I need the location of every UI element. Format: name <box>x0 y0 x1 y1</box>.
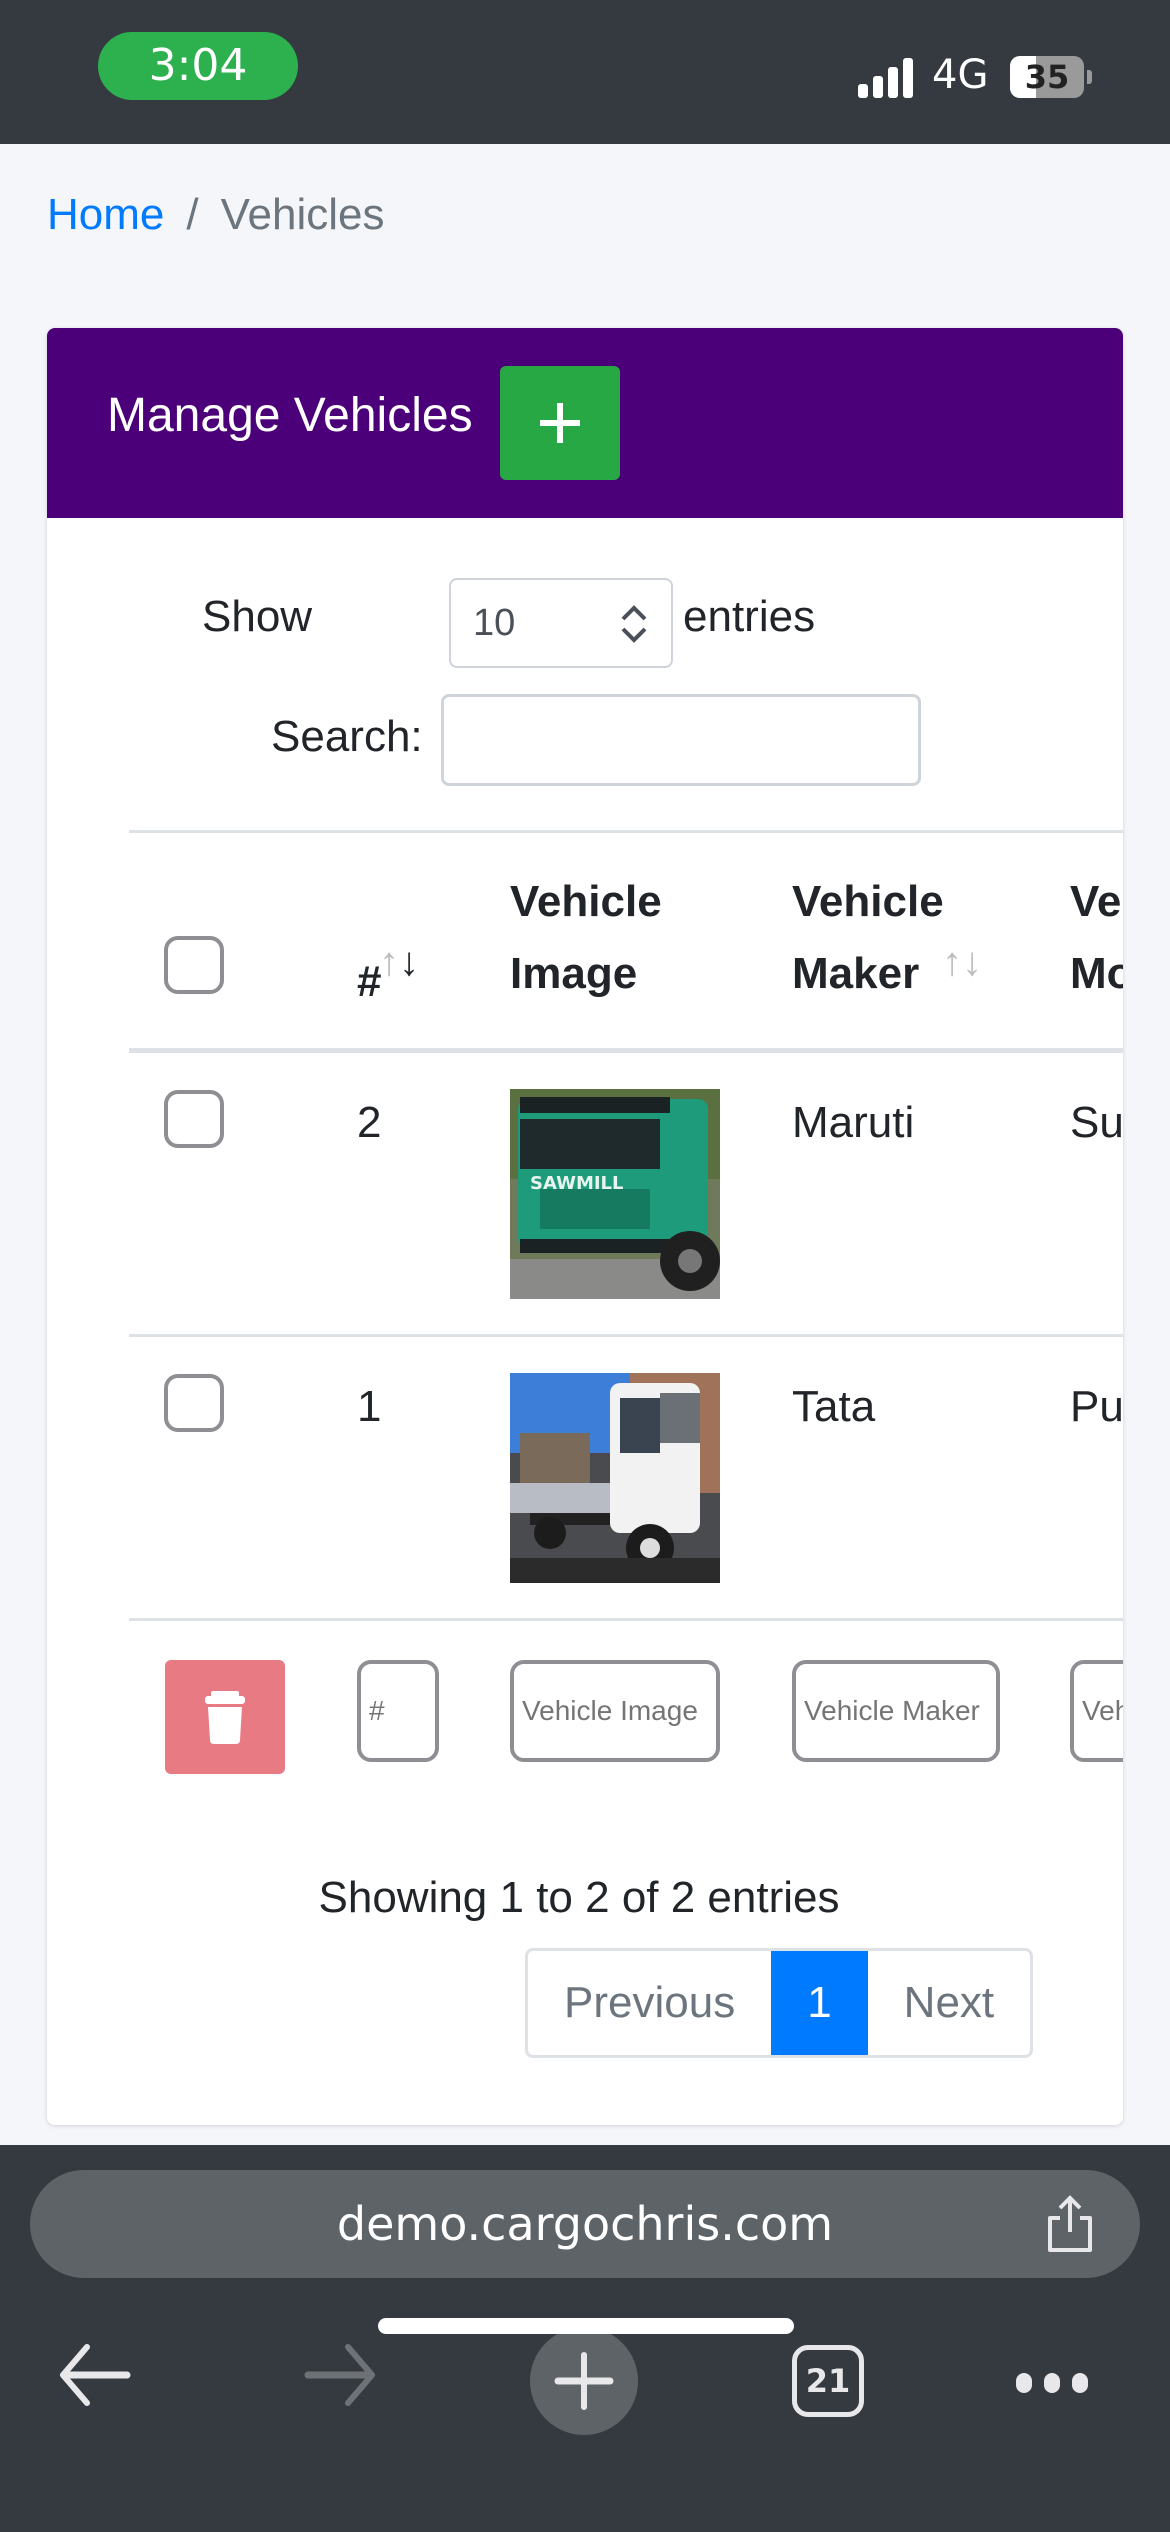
pagination-previous[interactable]: Previous <box>528 1951 771 2055</box>
column-header-vehicle-image: Vehicle Image <box>510 866 662 1010</box>
header-line: Maker <box>792 949 920 998</box>
page-size-value: 10 <box>473 602 516 644</box>
back-arrow-icon[interactable] <box>45 2325 145 2425</box>
entries-label: entries <box>683 592 816 641</box>
header-line: Image <box>510 949 638 998</box>
share-icon[interactable] <box>1040 2194 1100 2254</box>
page-title: Manage Vehicles <box>107 389 473 442</box>
pagination-page-1[interactable]: 1 <box>771 1951 868 2055</box>
header-line: Vehicle <box>792 877 944 926</box>
new-tab-button[interactable] <box>530 2327 638 2435</box>
header-line: Mo <box>1070 949 1123 998</box>
more-icon[interactable] <box>1016 2373 1088 2393</box>
battery-nub <box>1087 70 1092 84</box>
battery-level: 35 <box>1024 58 1070 96</box>
vehicle-image-white-truck[interactable] <box>510 1373 720 1583</box>
breadcrumb-home-link[interactable]: Home <box>47 190 164 239</box>
chevron-updown-icon <box>621 605 647 643</box>
filter-id-input[interactable] <box>357 1660 439 1762</box>
row-maker: Maruti <box>792 1098 915 1147</box>
pagination-next[interactable]: Next <box>868 1951 1030 2055</box>
trash-icon <box>205 1691 245 1744</box>
truck-label: SAWMILL <box>530 1173 624 1194</box>
row-maker: Tata <box>792 1382 876 1431</box>
signal-icon <box>858 58 916 98</box>
row-checkbox[interactable] <box>164 1374 224 1432</box>
header-line: Ve <box>1070 877 1122 926</box>
truck-image <box>510 1373 720 1583</box>
row-divider <box>129 1618 1123 1621</box>
sort-both-icon[interactable]: ↑↓ <box>942 940 982 985</box>
select-all-checkbox[interactable] <box>164 936 224 994</box>
network-type: 4G <box>932 52 989 98</box>
sort-desc-icon[interactable]: ↑↓ <box>379 940 419 985</box>
table-top-border <box>129 830 1123 833</box>
battery-icon: 35 <box>1010 56 1084 98</box>
vehicles-card: Manage Vehicles Show 10 entries Search: … <box>47 328 1123 2125</box>
column-header-id[interactable]: # <box>357 946 381 1018</box>
card-header: Manage Vehicles <box>47 328 1123 518</box>
column-header-vehicle-model[interactable]: Ve Mo <box>1070 866 1123 1010</box>
browser-toolbar: demo.cargochris.com 21 <box>0 2145 1170 2532</box>
home-indicator[interactable] <box>378 2318 794 2334</box>
breadcrumb: Home / Vehicles <box>47 190 385 240</box>
address-bar[interactable]: demo.cargochris.com <box>30 2170 1140 2278</box>
row-model: Pu <box>1070 1382 1123 1431</box>
bulk-delete-button[interactable] <box>165 1660 285 1774</box>
row-checkbox[interactable] <box>164 1090 224 1148</box>
filter-vehicle-image-input[interactable] <box>510 1660 720 1762</box>
row-id: 1 <box>357 1382 382 1431</box>
breadcrumb-current: Vehicles <box>220 190 385 239</box>
show-label: Show <box>202 592 313 641</box>
forward-arrow-icon[interactable] <box>290 2325 390 2425</box>
status-bar: 3:04 4G 35 <box>0 0 1170 144</box>
filter-vehicle-model-input[interactable] <box>1070 1660 1123 1762</box>
new-tab-plus-icon <box>554 2352 614 2410</box>
header-line: Vehicle <box>510 877 662 926</box>
page-size-control: Show 10 entries <box>47 578 1123 668</box>
tabs-button[interactable]: 21 <box>792 2345 864 2417</box>
column-header-vehicle-maker[interactable]: Vehicle Maker <box>792 866 944 1010</box>
filter-vehicle-maker-input[interactable] <box>792 1660 1000 1762</box>
row-model: Su <box>1070 1098 1123 1147</box>
add-vehicle-button[interactable] <box>500 366 620 480</box>
search-input[interactable] <box>441 694 921 786</box>
pagination: Previous 1 Next <box>525 1948 1034 2058</box>
status-time: 3:04 <box>98 32 298 100</box>
breadcrumb-separator: / <box>186 190 199 239</box>
table-header-border <box>129 1048 1123 1053</box>
row-divider <box>129 1334 1123 1337</box>
search-label: Search: <box>271 712 423 761</box>
vehicle-image-green-truck[interactable]: SAWMILL <box>510 1089 720 1299</box>
page-size-select[interactable]: 10 <box>449 578 673 668</box>
column-header-id-label: # <box>357 957 382 1006</box>
truck-image: SAWMILL <box>510 1089 720 1299</box>
row-id: 2 <box>357 1098 382 1147</box>
table-info: Showing 1 to 2 of 2 entries <box>318 1873 840 1922</box>
url-text: demo.cargochris.com <box>336 2197 834 2251</box>
